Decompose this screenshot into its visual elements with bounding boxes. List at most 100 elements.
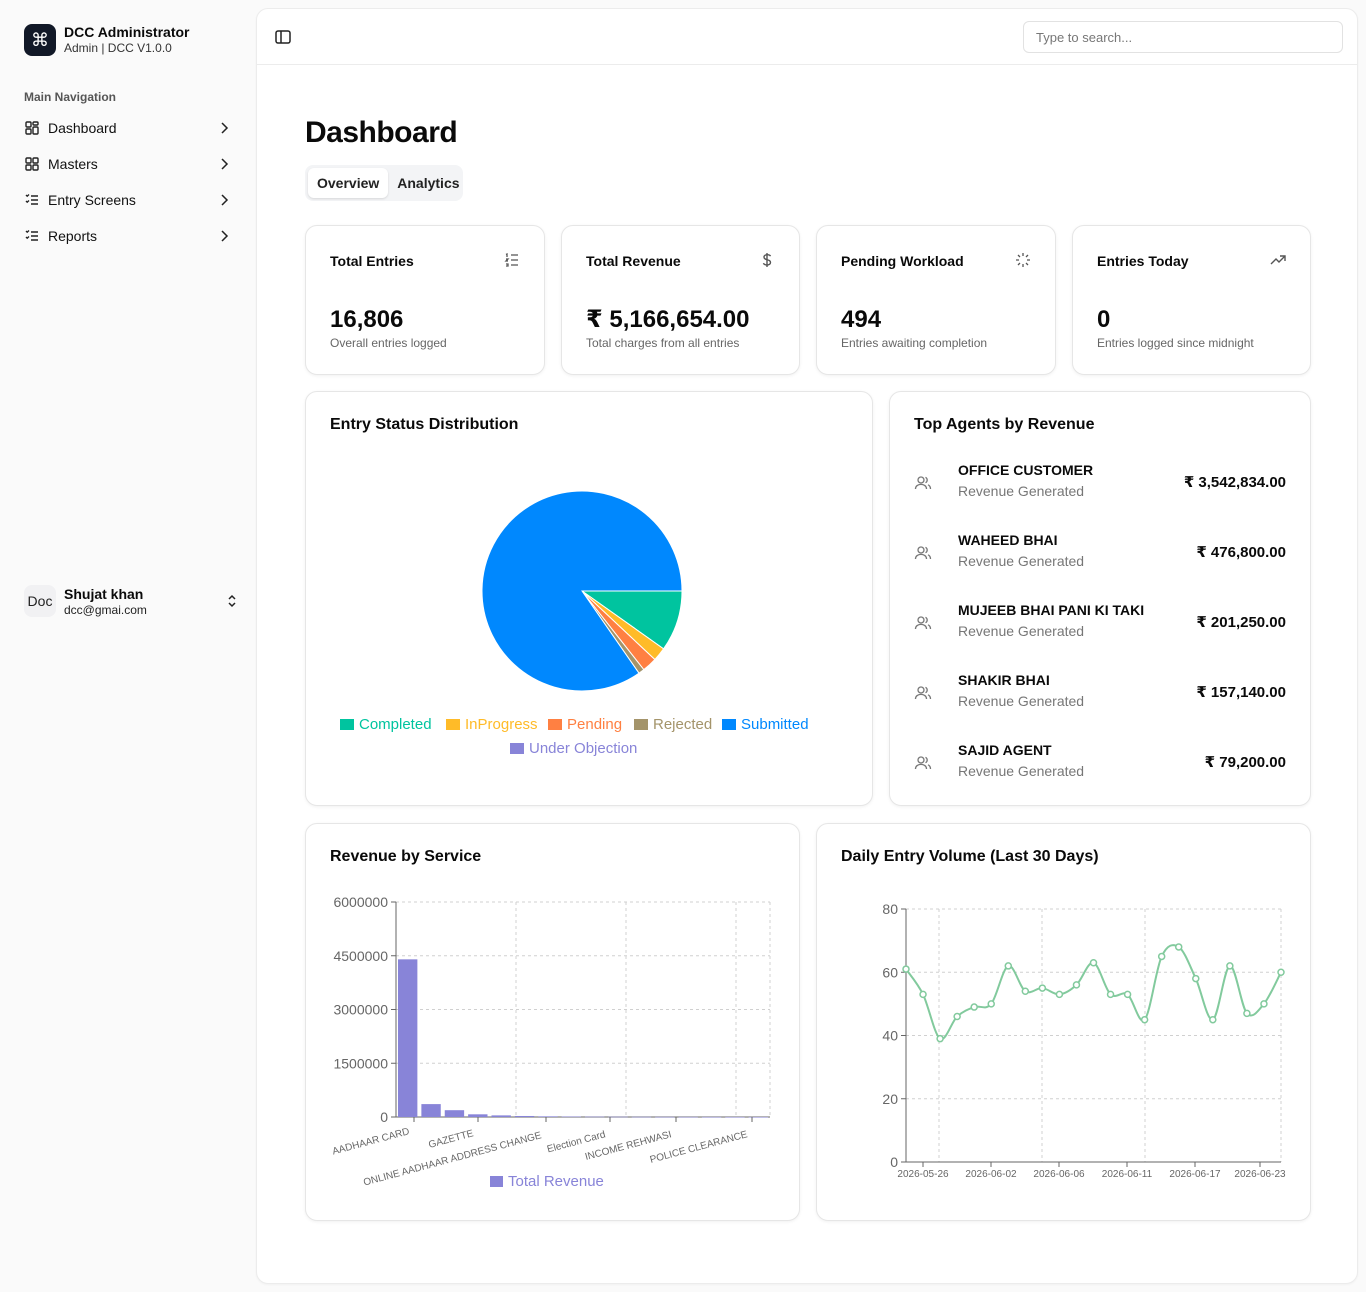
bar-service-8 <box>561 1116 581 1118</box>
data-point <box>1123 990 1132 999</box>
data-point <box>953 1012 961 1021</box>
agent-revenue: ₹ 3,542,834.00 <box>1183 474 1286 491</box>
legend-label: Pending <box>567 716 623 733</box>
legend-item-rejected[interactable]: Rejected <box>634 716 712 733</box>
avatar: Doc <box>24 585 56 617</box>
legend-swatch <box>634 719 648 730</box>
x-tick-label: GAZETTE <box>427 1128 475 1151</box>
agent-name: WAHEED BHAI <box>958 532 1058 548</box>
legend-swatch <box>548 719 562 730</box>
bar-service-2 <box>421 1104 441 1117</box>
stat-desc: Entries awaiting completion <box>841 336 988 350</box>
bar-service-15 <box>725 1116 745 1118</box>
legend-swatch <box>510 743 524 754</box>
agent-name: MUJEEB BHAI PANI KI TAKI <box>958 602 1145 618</box>
data-point <box>1021 987 1030 995</box>
data-point <box>1004 962 1013 970</box>
sidebar-item-entry-screens[interactable]: Entry Screens <box>16 184 240 216</box>
daily-line-chart: 0 20 40 60 80 2026-05-26 2026-06-02 2026-06-06 2… <box>882 901 1286 1180</box>
sidebar-item-reports[interactable]: Reports <box>16 220 240 252</box>
y-tick-label: 0 <box>380 1109 388 1125</box>
y-tick-label: 1500000 <box>333 1055 388 1071</box>
x-tick-label: 2026-06-06 <box>1033 1169 1085 1180</box>
x-tick-label: 2026-06-23 <box>1234 1169 1286 1180</box>
main-panel: Dashboard Overview Analytics Total Entri… <box>256 8 1358 1284</box>
users-icon <box>914 616 932 630</box>
agent-row: WAHEED BHAI Revenue Generated ₹ 476,800.00 <box>914 532 1286 576</box>
legend-swatch <box>490 1176 503 1187</box>
bar-election-card <box>538 1116 558 1117</box>
bar-online-aadhaar-address-change <box>491 1115 511 1117</box>
y-tick-label: 80 <box>882 901 898 917</box>
data-point <box>936 1034 944 1043</box>
list-ordered-icon <box>504 252 518 267</box>
legend-label: InProgress <box>465 716 538 733</box>
data-point <box>1209 1015 1217 1024</box>
stat-desc: Total charges from all entries <box>586 336 740 350</box>
chevron-right-icon <box>221 194 229 206</box>
chevron-right-icon <box>221 158 229 170</box>
sidebar: ⌘ DCC Administrator Admin | DCC V1.0.0 M… <box>0 0 256 1292</box>
bar-gazette <box>444 1110 465 1117</box>
data-point <box>1038 984 1047 992</box>
legend-swatch <box>722 719 736 730</box>
legend-item-completed[interactable]: Completed <box>340 716 432 733</box>
topbar <box>257 9 1357 65</box>
top-agents-card: Top Agents by Revenue OFFICE CUSTOMER Rev… <box>889 391 1311 806</box>
y-tick-label: 60 <box>882 964 898 980</box>
status-chart-card: Entry Status Distribution Completed InPro… <box>305 391 873 806</box>
sidebar-toggle-icon[interactable] <box>273 27 293 47</box>
tab-analytics[interactable]: Analytics <box>388 168 468 198</box>
agent-row: SHAKIR BHAI Revenue Generated ₹ 157,140.00 <box>914 672 1286 716</box>
agent-revenue: ₹ 476,800.00 <box>1196 544 1286 561</box>
sidebar-item-dashboard[interactable]: Dashboard <box>16 112 240 144</box>
legend-item-inprogress[interactable]: InProgress <box>446 716 538 733</box>
daily-chart-card: Daily Entry Volume (Last 30 Days) 0 20 40 6… <box>816 823 1311 1221</box>
data-point <box>919 990 927 999</box>
sidebar-item-masters[interactable]: Masters <box>16 148 240 180</box>
grid-icon <box>25 121 39 135</box>
sidebar-item-label: Reports <box>48 228 98 244</box>
grid-icon <box>25 157 39 171</box>
legend-item-submitted[interactable]: Submitted <box>722 716 809 733</box>
stat-title: Entries Today <box>1097 253 1189 269</box>
y-tick-label: 20 <box>882 1091 898 1107</box>
bar-service-13 <box>678 1116 698 1118</box>
legend-item-pending[interactable]: Pending <box>548 716 622 733</box>
legend-label: Submitted <box>741 716 809 733</box>
stat-card-total-entries: Total Entries 16,806 Overall entries log… <box>305 225 545 375</box>
y-tick-label: 40 <box>882 1028 898 1044</box>
data-point <box>1106 990 1115 999</box>
app-name: DCC Administrator <box>64 24 190 40</box>
tab-list: Overview Analytics <box>305 165 463 201</box>
legend-swatch <box>340 719 354 730</box>
card-title: Top Agents by Revenue <box>914 416 1095 433</box>
search-input[interactable] <box>1023 21 1343 53</box>
legend-item-under-objection[interactable]: Under Objection <box>510 740 637 757</box>
stat-title: Total Entries <box>330 253 414 269</box>
users-icon <box>914 546 932 560</box>
brand[interactable]: ⌘ DCC Administrator Admin | DCC V1.0.0 <box>24 24 190 56</box>
x-tick-label: 2026-05-26 <box>897 1169 949 1180</box>
list-todo-icon <box>25 193 38 205</box>
sidebar-item-label: Masters <box>48 156 98 172</box>
agent-subtitle: Revenue Generated <box>958 623 1085 639</box>
tab-overview[interactable]: Overview <box>308 168 389 198</box>
bar-aadhaar-card <box>398 959 418 1117</box>
agent-revenue: ₹ 79,200.00 <box>1204 754 1286 771</box>
user-info: Shujat khan dcc@gmai.com <box>64 586 224 617</box>
service-chart-card: Revenue by Service 0 1500000 3000000 450000… <box>305 823 800 1221</box>
y-tick-label: 0 <box>890 1154 898 1170</box>
users-icon <box>914 476 932 490</box>
data-point <box>1192 974 1200 983</box>
data-point <box>1174 943 1183 951</box>
agent-row: MUJEEB BHAI PANI KI TAKI Revenue Generate… <box>914 602 1286 646</box>
bar-service-4 <box>468 1114 488 1117</box>
user-menu[interactable]: Doc Shujat khan dcc@gmai.com <box>24 584 240 618</box>
x-tick-label: 2026-06-17 <box>1169 1169 1221 1180</box>
app-subtitle: Admin | DCC V1.0.0 <box>64 41 172 55</box>
stat-card-pending-workload: Pending Workload 494 Entries awaiting co… <box>816 225 1056 375</box>
sidebar-item-label: Entry Screens <box>48 192 136 208</box>
users-icon <box>914 756 932 770</box>
agent-subtitle: Revenue Generated <box>958 763 1085 779</box>
